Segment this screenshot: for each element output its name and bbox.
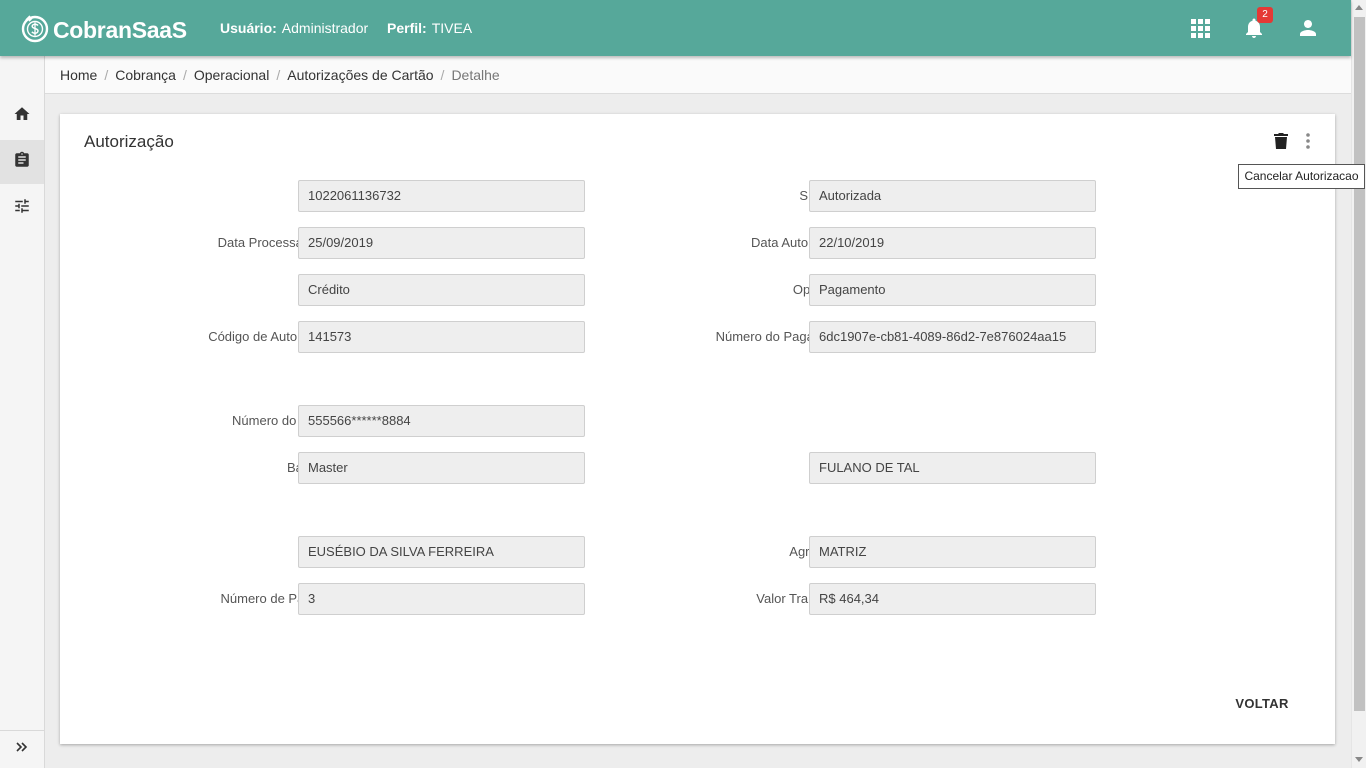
numero-cartao-field[interactable]: 555566******8884 bbox=[298, 405, 585, 437]
data-autorizacao-field[interactable]: 22/10/2019 bbox=[809, 227, 1096, 259]
breadcrumb: Home / Cobrança / Operacional / Autorizaçõe… bbox=[60, 67, 500, 83]
profile-value: TIVEA bbox=[431, 20, 473, 36]
rail-item-settings[interactable] bbox=[0, 186, 44, 230]
numero-parcelas-field[interactable]: 3 bbox=[298, 583, 585, 615]
app-logo[interactable]: CobranSaaS bbox=[20, 11, 187, 45]
more-vert-icon[interactable] bbox=[1297, 130, 1319, 152]
tune-icon bbox=[13, 197, 31, 220]
trash-icon[interactable] bbox=[1270, 130, 1292, 152]
breadcrumb-autorizacoes[interactable]: Autorizações de Cartão bbox=[287, 67, 433, 83]
top-app-bar: CobranSaaS Usuário: Administrador Perfil:… bbox=[0, 0, 1351, 56]
clipboard-icon bbox=[13, 151, 31, 174]
app-logo-text: CobranSaaS bbox=[53, 16, 187, 43]
tid-field[interactable]: 1022061136732 bbox=[298, 180, 585, 212]
breadcrumb-home[interactable]: Home bbox=[60, 67, 97, 83]
scroll-down-icon[interactable] bbox=[1355, 757, 1363, 762]
authorization-card: Autorização TID 1022061136732 Data Proce… bbox=[60, 114, 1335, 744]
scrollbar-thumb[interactable] bbox=[1354, 17, 1365, 711]
side-rail bbox=[0, 56, 45, 768]
home-icon bbox=[13, 105, 31, 128]
nome-field[interactable]: FULANO DE TAL bbox=[809, 452, 1096, 484]
rail-item-home[interactable] bbox=[0, 94, 44, 138]
data-processamento-field[interactable]: 25/09/2019 bbox=[298, 227, 585, 259]
breadcrumb-bar: Home / Cobrança / Operacional / Autorizaçõe… bbox=[45, 56, 1351, 94]
scroll-up-icon[interactable] bbox=[1355, 5, 1363, 10]
voltar-button[interactable]: VOLTAR bbox=[1230, 692, 1294, 716]
user-info: Usuário: Administrador bbox=[220, 20, 368, 36]
codigo-autorizacao-field[interactable]: 141573 bbox=[298, 321, 585, 353]
expand-rail-button[interactable] bbox=[0, 730, 44, 768]
cliente-field[interactable]: EUSÉBIO DA SILVA FERREIRA bbox=[298, 536, 585, 568]
breadcrumb-separator: / bbox=[440, 67, 445, 83]
expand-icon bbox=[15, 740, 29, 759]
situacao-field[interactable]: Autorizada bbox=[809, 180, 1096, 212]
rail-item-cobranca[interactable] bbox=[0, 140, 44, 184]
agrupador-field[interactable]: MATRIZ bbox=[809, 536, 1096, 568]
page-scrollbar[interactable] bbox=[1351, 0, 1366, 768]
breadcrumb-separator: / bbox=[182, 67, 187, 83]
breadcrumb-cobranca[interactable]: Cobrança bbox=[115, 67, 176, 83]
tipo-field[interactable]: Crédito bbox=[298, 274, 585, 306]
numero-pagamento-field[interactable]: 6dc1907e-cb81-4089-86d2-7e876024aa15 bbox=[809, 321, 1096, 353]
operacao-field[interactable]: Pagamento bbox=[809, 274, 1096, 306]
dollar-coin-icon bbox=[20, 13, 50, 43]
user-label: Usuário: bbox=[220, 20, 277, 36]
user-value: Administrador bbox=[281, 20, 369, 36]
bandeira-field[interactable]: Master bbox=[298, 452, 585, 484]
card-title: Autorização bbox=[84, 132, 174, 151]
profile-info: Perfil: TIVEA bbox=[387, 20, 472, 36]
valor-transacao-field[interactable]: R$ 464,34 bbox=[809, 583, 1096, 615]
cancel-authorization-tooltip: Cancelar Autorizacao bbox=[1238, 164, 1365, 189]
account-icon[interactable] bbox=[1296, 16, 1320, 40]
breadcrumb-separator: / bbox=[104, 67, 109, 83]
profile-label: Perfil: bbox=[387, 20, 427, 36]
breadcrumb-detalhe: Detalhe bbox=[451, 67, 500, 83]
breadcrumb-operacional[interactable]: Operacional bbox=[194, 67, 270, 83]
notification-badge: 2 bbox=[1257, 7, 1273, 23]
breadcrumb-separator: / bbox=[276, 67, 281, 83]
apps-grid-icon[interactable] bbox=[1188, 16, 1212, 40]
